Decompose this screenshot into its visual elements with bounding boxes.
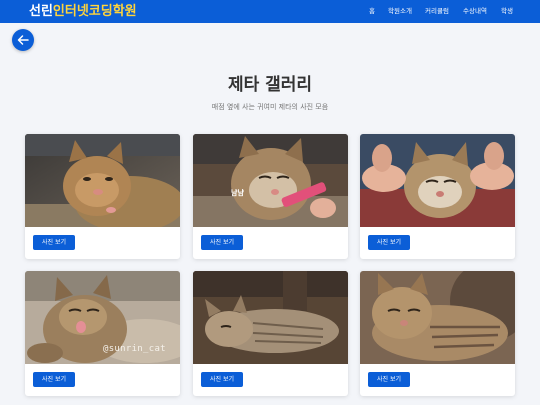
nav-link-home[interactable]: 홈 <box>369 7 375 16</box>
brand-logo[interactable]: 선린인터넷코딩학원 <box>29 2 137 21</box>
brand-name-part1: 선린 <box>29 4 53 19</box>
gallery-card: 사진 보기 <box>360 134 515 259</box>
nav-link-curriculum[interactable]: 커리큘럼 <box>425 7 449 16</box>
view-photo-button[interactable]: 사진 보기 <box>33 372 75 387</box>
gallery-card: 사진 보기 <box>193 271 348 396</box>
cat-photo[interactable] <box>360 134 515 227</box>
view-photo-button[interactable]: 사진 보기 <box>368 235 410 250</box>
back-button[interactable] <box>12 29 34 51</box>
gallery-card: 사진 보기 <box>360 271 515 396</box>
cat-photo[interactable] <box>25 134 180 227</box>
view-photo-button[interactable]: 사진 보기 <box>201 235 243 250</box>
cat-photo[interactable] <box>360 271 515 364</box>
page-subtitle: 매점 옆에 사는 귀여미 제타의 사진 모음 <box>211 103 329 111</box>
arrow-left-icon <box>17 35 29 45</box>
page-title: 제타 갤러리 <box>227 75 313 95</box>
photo-caption: 냠냠 <box>231 189 244 197</box>
cat-photo[interactable] <box>193 134 348 227</box>
view-photo-button[interactable]: 사진 보기 <box>33 235 75 250</box>
nav-link-awards[interactable]: 수상내역 <box>463 7 487 16</box>
view-photo-button[interactable]: 사진 보기 <box>368 372 410 387</box>
nav-link-students[interactable]: 학생 <box>501 7 513 16</box>
nav-link-about[interactable]: 학원소개 <box>388 7 412 16</box>
gallery-card: 냠냠 사진 보기 <box>193 134 348 259</box>
gallery-card: @sunrin_cat 사진 보기 <box>25 271 180 396</box>
brand-name-part2: 인터넷코딩학원 <box>52 4 137 19</box>
photo-watermark: @sunrin_cat <box>103 344 166 354</box>
view-photo-button[interactable]: 사진 보기 <box>201 372 243 387</box>
top-navbar: 선린인터넷코딩학원 홈 학원소개 커리큘럼 수상내역 학생 <box>0 0 540 23</box>
cat-photo[interactable] <box>193 271 348 364</box>
gallery-card: 사진 보기 <box>25 134 180 259</box>
